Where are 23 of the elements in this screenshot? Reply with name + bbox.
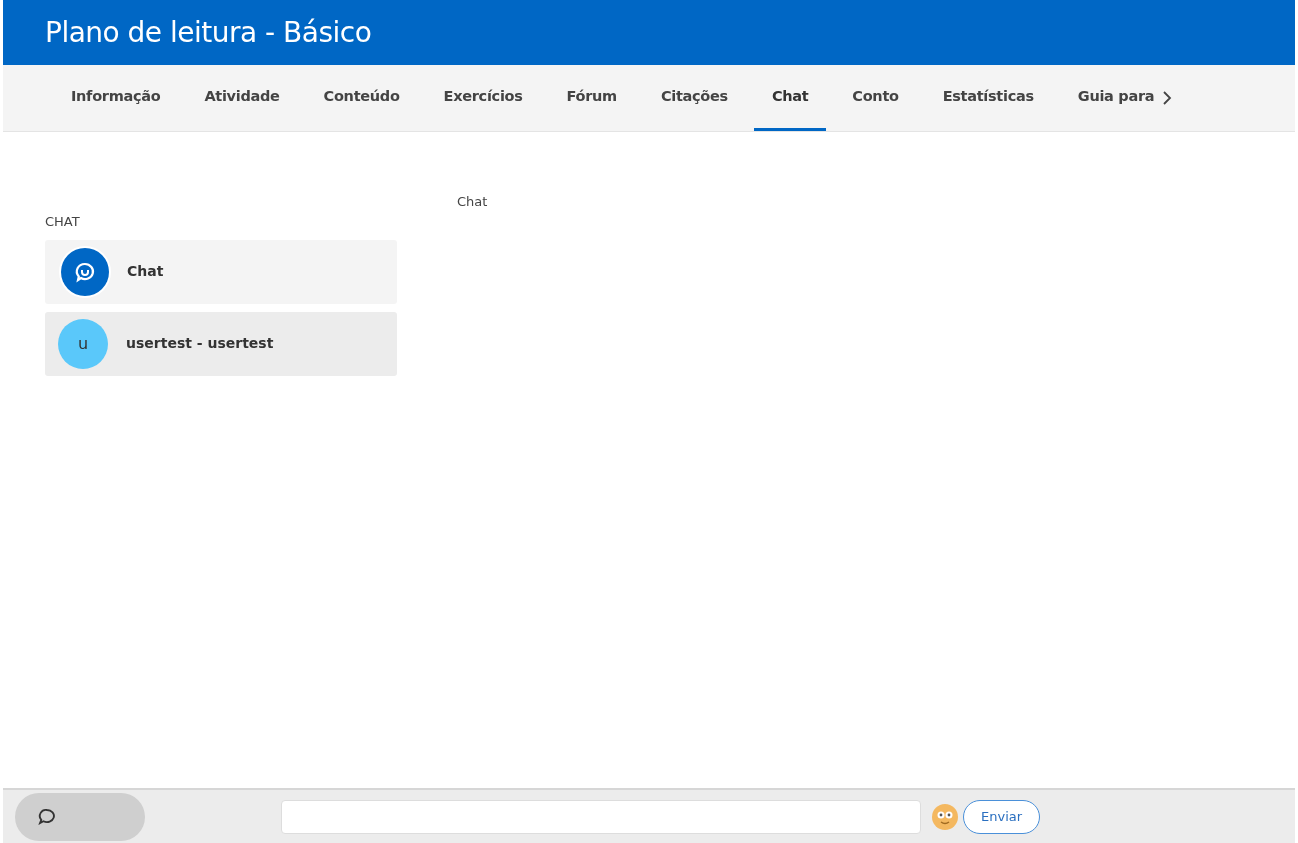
chat-icon (74, 260, 96, 283)
speech-bubble-icon (37, 806, 57, 827)
page-title: Plano de leitura - Básico (45, 15, 372, 50)
user-avatar: u (58, 318, 108, 369)
tab[interactable]: Conto (834, 65, 917, 131)
tab[interactable]: Chat (753, 65, 827, 131)
tab[interactable]: Informação (53, 65, 179, 131)
chat-list-item[interactable]: Chat (45, 239, 397, 304)
chat-toggle-button[interactable] (15, 792, 145, 841)
message-field[interactable] (281, 799, 921, 834)
tab[interactable]: Fórum (548, 65, 635, 131)
tab[interactable]: Estatísticas (924, 65, 1052, 131)
section-heading: CHAT (45, 213, 81, 231)
tab[interactable]: Conteúdo (305, 65, 418, 131)
chat-list-item[interactable]: u usertest - usertest (45, 311, 397, 376)
tab[interactable]: Citações (642, 65, 746, 131)
smiley-icon[interactable] (931, 802, 959, 831)
tab[interactable]: Exercícios (425, 65, 541, 131)
panel-title: Chat (457, 194, 488, 209)
tab[interactable]: Atividade (186, 65, 298, 131)
send-button[interactable]: Enviar (963, 799, 1041, 834)
tab[interactable]: Guia para (1059, 65, 1159, 131)
chevron-right-icon (1162, 90, 1173, 106)
